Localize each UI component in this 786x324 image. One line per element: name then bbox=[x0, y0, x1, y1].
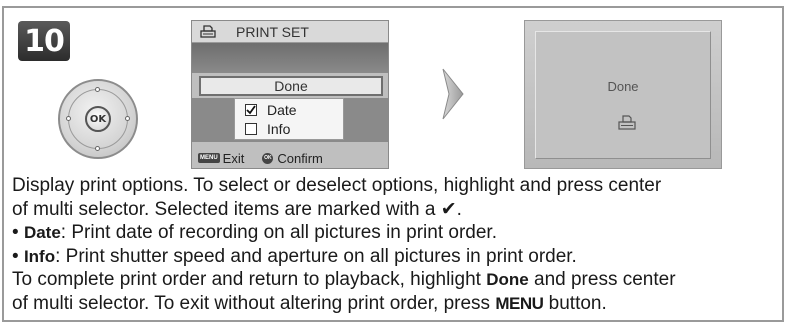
option-date[interactable]: Date bbox=[245, 101, 297, 119]
menu-button-glyph: MENU bbox=[495, 293, 544, 313]
option-info[interactable]: Info bbox=[245, 120, 290, 138]
multi-selector-down-dot bbox=[95, 146, 100, 151]
info-checkbox[interactable] bbox=[245, 123, 257, 135]
multi-selector-right-dot bbox=[125, 116, 130, 121]
print-options-list: Date Info bbox=[234, 98, 344, 140]
done-screen: Done bbox=[524, 20, 722, 169]
text-span: To complete print order and return to pl… bbox=[12, 269, 487, 290]
text-span: and press center bbox=[528, 269, 676, 290]
done-menu-item[interactable]: Done bbox=[199, 76, 383, 96]
instruction-line: To complete print order and return to pl… bbox=[12, 268, 784, 292]
ok-key-icon: OK bbox=[262, 152, 274, 164]
bullet: • bbox=[12, 245, 19, 267]
step-number-badge: 10 bbox=[18, 21, 70, 61]
date-bullet: • Date: Print date of recording on all p… bbox=[12, 221, 784, 245]
done-term: Done bbox=[486, 270, 529, 289]
instruction-line: of multi selector. To exit without alter… bbox=[12, 292, 784, 316]
check-mark-glyph: ✔ bbox=[440, 198, 457, 220]
multi-selector-left-dot bbox=[66, 116, 71, 121]
ok-button-icon: OK bbox=[85, 106, 111, 132]
checkmark-icon bbox=[246, 105, 256, 115]
printer-icon bbox=[618, 115, 636, 130]
arrow-right-icon bbox=[442, 68, 464, 120]
print-set-band bbox=[192, 43, 388, 73]
date-description: : Print date of recording on all picture… bbox=[60, 222, 497, 243]
printer-icon bbox=[200, 25, 216, 38]
multi-selector-up-dot bbox=[95, 87, 100, 92]
print-set-title: PRINT SET bbox=[236, 24, 309, 40]
menu-key-icon: MENU bbox=[198, 153, 220, 163]
option-info-label: Info bbox=[267, 121, 291, 137]
info-bullet: • Info: Print shutter speed and aperture… bbox=[12, 245, 784, 269]
instructions-text: Display print options. To select or dese… bbox=[12, 174, 784, 315]
print-set-header: PRINT SET bbox=[192, 21, 388, 43]
print-set-footer: MENU Exit OK Confirm bbox=[192, 147, 388, 169]
done-message: Done bbox=[607, 79, 639, 94]
text-span: of multi selector. To exit without alter… bbox=[12, 292, 496, 314]
footer-exit-label: Exit bbox=[222, 150, 245, 166]
info-description: : Print shutter speed and aperture on al… bbox=[55, 245, 577, 267]
multi-selector-icon: OK bbox=[58, 79, 138, 159]
done-screen-inner: Done bbox=[535, 31, 711, 159]
instruction-line: Display print options. To select or dese… bbox=[12, 175, 662, 196]
bullet: • bbox=[12, 222, 19, 243]
footer-confirm-label: Confirm bbox=[277, 150, 323, 166]
text-span: of multi selector. Selected items are ma… bbox=[12, 198, 441, 220]
instruction-line: of multi selector. Selected items are ma… bbox=[12, 198, 784, 222]
info-term: Info bbox=[23, 246, 56, 266]
option-date-label: Date bbox=[267, 102, 297, 118]
date-checkbox[interactable] bbox=[245, 104, 257, 116]
text-span: button. bbox=[543, 292, 607, 314]
print-set-screen: PRINT SET Done Date Info MENU Exit OK Co… bbox=[191, 20, 389, 169]
instruction-panel: 10 OK PRINT SET Done Date Info MENU Exit… bbox=[2, 6, 784, 322]
text-span: . bbox=[456, 198, 462, 220]
date-term: Date bbox=[23, 223, 61, 242]
